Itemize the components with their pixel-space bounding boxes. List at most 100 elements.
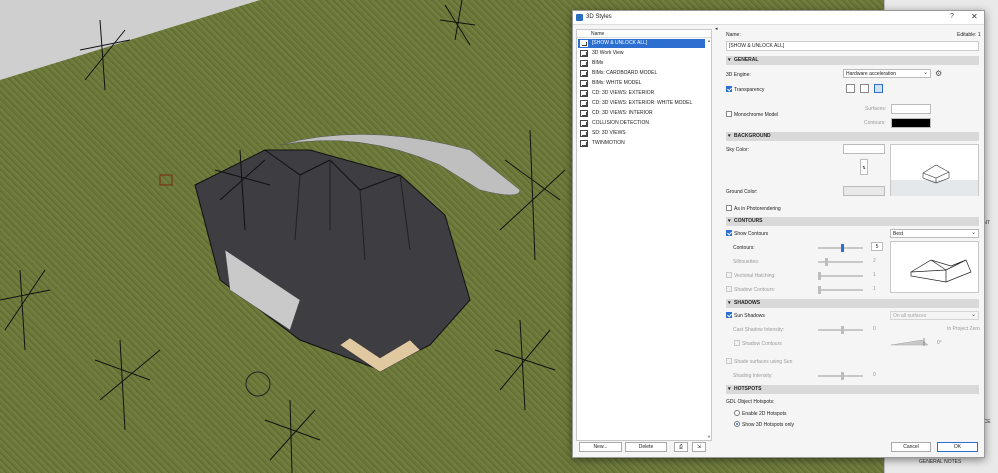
shadows-section-header[interactable]: SHADOWS xyxy=(726,299,979,308)
surfaces-color-swatch[interactable] xyxy=(891,104,931,114)
list-item[interactable]: COLLISION DETECTION xyxy=(578,119,705,128)
ground-color-swatch[interactable] xyxy=(843,186,885,196)
help-button[interactable]: ? xyxy=(950,13,954,20)
list-item[interactable]: [SHOW & UNLOCK ALL] xyxy=(578,39,705,48)
swap-colors-icon[interactable]: ⇅ xyxy=(860,159,868,175)
slider-knob[interactable] xyxy=(840,244,844,252)
contours-color-label: Contours: xyxy=(864,120,886,126)
wireframe-mode-icon[interactable] xyxy=(874,84,883,93)
sun-angle-value: 0° xyxy=(937,340,942,346)
photorendering-checkbox[interactable] xyxy=(726,205,732,211)
gear-icon[interactable]: ⚙ xyxy=(935,69,942,78)
general-section-header[interactable]: GENERAL xyxy=(726,56,979,65)
shadow-contours-checkbox[interactable] xyxy=(726,286,732,292)
slider-knob[interactable] xyxy=(818,286,821,294)
sun-shadows-label: Sun Shadows xyxy=(734,313,765,319)
engine-select[interactable]: Hardware acceleration xyxy=(843,69,931,78)
vectorial-hatching-slider[interactable] xyxy=(818,272,863,280)
cast-shadow-value: 0 xyxy=(873,326,876,332)
shadow-surfaces-select[interactable]: On all surfaces xyxy=(890,311,979,320)
transparency-label: Transparency xyxy=(734,87,765,93)
slider-knob[interactable] xyxy=(824,258,828,266)
transparency-checkbox[interactable] xyxy=(726,86,732,92)
name-label: Name: xyxy=(726,32,741,38)
silhouettes-value: 2 xyxy=(873,258,876,264)
style-settings: Name: Editable: 1 [SHOW & UNLOCK ALL] GE… xyxy=(723,29,982,439)
dialog-titlebar: 3D Styles ? ✕ xyxy=(573,11,984,25)
contours-value[interactable]: 5 xyxy=(871,242,883,251)
list-item[interactable]: CD: 3D VIEWS: EXTERIOR xyxy=(578,89,705,98)
shading-intensity-value: 0 xyxy=(873,372,876,378)
shading-intensity-label: Shading Intensity: xyxy=(733,373,773,379)
shading-intensity-slider[interactable] xyxy=(818,372,863,380)
dialog-title: 3D Styles xyxy=(586,14,612,20)
scroll-up-icon[interactable]: ▲ xyxy=(707,38,711,43)
surfaces-label: Surfaces: xyxy=(865,106,887,112)
contour-quality-select[interactable]: Best xyxy=(890,229,979,238)
cancel-button[interactable]: Cancel xyxy=(891,442,931,452)
show-3d-hotspots-radio[interactable] xyxy=(734,421,740,427)
sun-shadows-checkbox[interactable] xyxy=(726,312,732,318)
shadow-contours-slider[interactable] xyxy=(818,286,863,294)
slider-knob[interactable] xyxy=(840,326,844,334)
background-preview xyxy=(890,144,979,196)
style-icon xyxy=(580,130,588,137)
style-icon xyxy=(580,90,588,97)
show-contours-checkbox[interactable] xyxy=(726,230,732,236)
ok-button[interactable]: OK xyxy=(937,442,978,452)
gdl-hotspots-label: GDL Object Hotspots: xyxy=(726,399,775,405)
background-section-header[interactable]: BACKGROUND xyxy=(726,132,979,141)
style-list: Name [SHOW & UNLOCK ALL] 3D Work View BI… xyxy=(576,29,712,441)
style-icon xyxy=(580,60,588,67)
collapse-list-icon[interactable]: ◂ xyxy=(715,26,718,32)
silhouettes-label: Silhouettes: xyxy=(733,259,760,265)
list-item[interactable]: SD: 3D VIEWS xyxy=(578,129,705,138)
hotspots-section-header[interactable]: HOTSPOTS xyxy=(726,385,979,394)
vectorial-hatching-checkbox[interactable] xyxy=(726,272,732,278)
list-item[interactable]: BIMx xyxy=(578,59,705,68)
panel-general-notes[interactable]: GENERAL NOTES xyxy=(919,459,961,465)
list-item[interactable]: 3D Work View xyxy=(578,49,705,58)
close-button[interactable]: ✕ xyxy=(971,12,978,21)
list-item[interactable]: BIMx: WHITE MODEL xyxy=(578,79,705,88)
ground-color-label: Ground Color: xyxy=(726,189,758,195)
vectorial-hatching-label: Vectorial Hatching: xyxy=(734,273,776,279)
export-icon[interactable]: ⇲ xyxy=(692,442,706,452)
editable-label: Editable: 1 xyxy=(957,32,981,38)
monochrome-checkbox[interactable] xyxy=(726,111,732,117)
cast-shadow-slider[interactable] xyxy=(818,326,863,334)
hidden-line-mode-icon[interactable] xyxy=(860,84,869,93)
list-column-name[interactable]: Name xyxy=(591,31,604,37)
contours-slider[interactable] xyxy=(818,244,863,252)
silhouettes-slider[interactable] xyxy=(818,258,863,266)
contours-color-swatch[interactable] xyxy=(891,118,931,128)
shadow-contours-2-checkbox[interactable] xyxy=(734,340,740,346)
list-item[interactable]: BIMx: CARDBOARD MODEL xyxy=(578,69,705,78)
contours-thickness-label: Contours: xyxy=(733,245,755,251)
sun-angle-widget[interactable] xyxy=(890,337,930,347)
new-button[interactable]: New... xyxy=(579,442,622,452)
contours-section-header[interactable]: CONTOURS xyxy=(726,217,979,226)
list-item[interactable]: CD: 3D VIEWS: EXTERIOR: WHITE MODEL xyxy=(578,99,705,108)
list-item[interactable]: CD: 3D VIEWS: INTERIOR xyxy=(578,109,705,118)
project-zero-label: to Project Zero xyxy=(947,326,980,332)
slider-knob[interactable] xyxy=(840,372,844,380)
list-item[interactable]: TWINMOTION xyxy=(578,139,705,148)
name-field[interactable]: [SHOW & UNLOCK ALL] xyxy=(726,41,979,51)
shaded-mode-icon[interactable] xyxy=(846,84,855,93)
sky-color-label: Sky Color: xyxy=(726,147,750,153)
list-scrollbar[interactable]: ▲ ▼ xyxy=(707,38,712,440)
delete-button[interactable]: Delete xyxy=(625,442,667,452)
show-3d-hotspots-label: Show 3D Hotspots only xyxy=(742,422,794,428)
cast-shadow-label: Cast Shadow Intensity: xyxy=(733,327,785,333)
shade-surfaces-checkbox[interactable] xyxy=(726,358,732,364)
enable-2d-hotspots-radio[interactable] xyxy=(734,410,740,416)
contours-preview xyxy=(890,241,979,293)
style-icon xyxy=(580,80,588,87)
sky-color-swatch[interactable] xyxy=(843,144,885,154)
engine-label: 3D Engine: xyxy=(726,72,751,78)
import-icon[interactable]: ⎙ xyxy=(674,442,688,452)
scroll-down-icon[interactable]: ▼ xyxy=(707,434,711,439)
slider-knob[interactable] xyxy=(818,272,821,280)
photorendering-label: As in Photorendering xyxy=(734,206,781,212)
